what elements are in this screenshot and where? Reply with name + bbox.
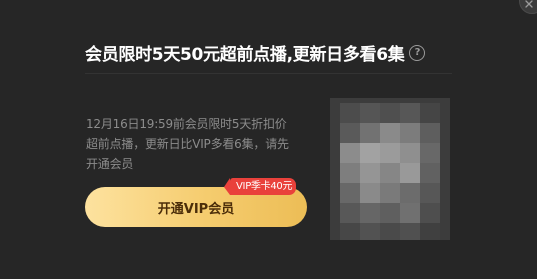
cover-image <box>330 98 450 240</box>
dialog-description: 12月16日19:59前会员限时5天折扣价超前点播，更新日比VIP多看6集，请先… <box>86 117 289 171</box>
close-icon <box>525 0 533 8</box>
dialog-title: 会员限时5天50元超前点播,更新日多看6集 <box>85 45 405 65</box>
open-vip-button-label: 开通VIP会员 <box>157 201 235 217</box>
close-button[interactable] <box>519 0 537 14</box>
dialog-header: 会员限时5天50元超前点播,更新日多看6集 ? <box>85 40 453 65</box>
vip-price-badge: VIP季卡40元 <box>223 178 297 195</box>
header-divider <box>85 73 452 74</box>
question-circle-icon[interactable]: ? <box>409 44 426 61</box>
pixelated-cover-image <box>330 98 450 240</box>
